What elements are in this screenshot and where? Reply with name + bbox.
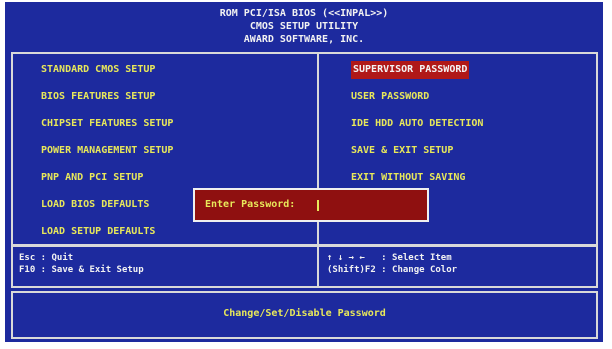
header-line-1: ROM PCI/ISA BIOS (<<INPAL>>) — [219, 8, 389, 19]
menu-item-pnp-and-pci-setup[interactable]: PNP AND PCI SETUP — [41, 169, 143, 187]
menu-item-load-setup-defaults[interactable]: LOAD SETUP DEFAULTS — [41, 223, 155, 241]
help-divider — [317, 245, 319, 288]
status-line: Change/Set/Disable Password — [223, 308, 386, 319]
menu-item-load-bios-defaults[interactable]: LOAD BIOS DEFAULTS — [41, 196, 149, 214]
menu-item-ide-hdd-auto-detection[interactable]: IDE HDD AUTO DETECTION — [351, 115, 483, 133]
help-save-exit-key: F10 : Save & Exit Setup — [19, 265, 144, 275]
menu-item-supervisor-password[interactable]: SUPERVISOR PASSWORD — [351, 61, 470, 79]
password-prompt-label: Enter Password: — [205, 199, 296, 210]
help-quit-key: Esc : Quit — [19, 253, 74, 263]
header-line-3: AWARD SOFTWARE, INC. — [243, 34, 365, 45]
header-line-2: CMOS SETUP UTILITY — [249, 21, 359, 32]
text-cursor — [317, 200, 319, 211]
menu-item-save-and-exit-setup[interactable]: SAVE & EXIT SETUP — [351, 142, 453, 160]
bios-header: ROM PCI/ISA BIOS (<<INPAL>>) CMOS SETUP … — [5, 2, 603, 50]
help-select-item-key: ↑ ↓ → ← : Select Item — [327, 253, 452, 263]
menu-item-exit-without-saving[interactable]: EXIT WITHOUT SAVING — [351, 169, 465, 187]
menu-item-bios-features-setup[interactable]: BIOS FEATURES SETUP — [41, 88, 155, 106]
password-dialog[interactable]: Enter Password: — [193, 188, 429, 222]
menu-item-power-management-setup[interactable]: POWER MANAGEMENT SETUP — [41, 142, 173, 160]
help-change-color-key: (Shift)F2 : Change Color — [327, 265, 458, 275]
bios-screen: ROM PCI/ISA BIOS (<<INPAL>>) CMOS SETUP … — [0, 0, 612, 349]
menu-item-standard-cmos-setup[interactable]: STANDARD CMOS SETUP — [41, 61, 155, 79]
menu-item-user-password[interactable]: USER PASSWORD — [351, 88, 429, 106]
menu-item-chipset-features-setup[interactable]: CHIPSET FEATURES SETUP — [41, 115, 173, 133]
bios-frame: ROM PCI/ISA BIOS (<<INPAL>>) CMOS SETUP … — [5, 2, 603, 342]
